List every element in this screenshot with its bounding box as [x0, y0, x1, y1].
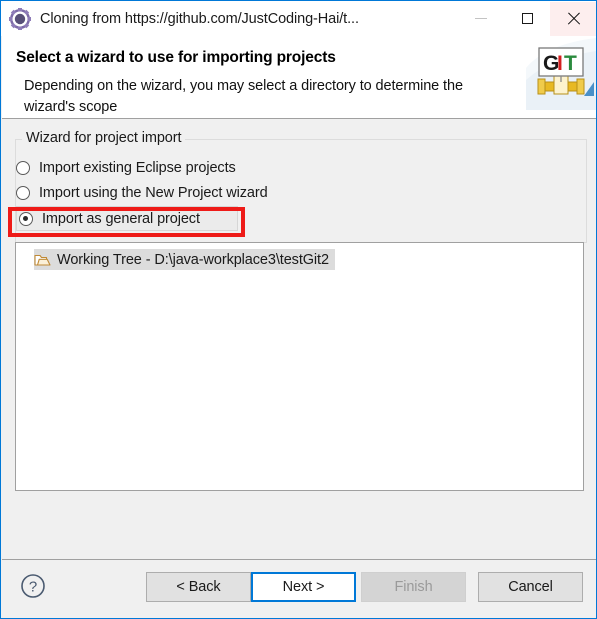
gear-icon — [9, 7, 31, 30]
svg-text:T: T — [564, 52, 577, 75]
groupbox-title: Wizard for project import — [22, 130, 186, 146]
project-tree-list[interactable]: Working Tree - D:\java-workplace3\testGi… — [15, 242, 584, 491]
svg-text:?: ? — [29, 579, 37, 596]
maximize-button[interactable] — [504, 2, 550, 36]
wizard-header: Select a wizard to use for importing pro… — [2, 36, 596, 119]
back-button[interactable]: < Back — [146, 572, 251, 602]
minimize-icon — [475, 18, 487, 19]
maximize-icon — [521, 13, 533, 24]
tree-item-label: Working Tree - D:\java-workplace3\testGi… — [57, 251, 329, 268]
radio-import-existing-eclipse-projects[interactable]: Import existing Eclipse projects — [16, 156, 236, 180]
wizard-body: Wizard for project import Import existin… — [2, 120, 596, 559]
radio-indicator — [16, 161, 30, 175]
dialog-footer: ? < Back Next > Finish Cancel — [2, 559, 596, 618]
title-bar: Cloning from https://github.com/JustCodi… — [1, 1, 596, 36]
page-description: Depending on the wizard, you may select … — [24, 78, 463, 115]
radio-label: Import existing Eclipse projects — [39, 160, 236, 176]
next-button[interactable]: Next > — [251, 572, 356, 602]
radio-import-as-general-project[interactable]: Import as general project — [16, 206, 238, 231]
svg-text:I: I — [557, 52, 563, 75]
finish-button: Finish — [361, 572, 466, 602]
radio-import-using-new-project-wizard[interactable]: Import using the New Project wizard — [16, 181, 268, 205]
tree-item-working-tree[interactable]: Working Tree - D:\java-workplace3\testGi… — [34, 249, 335, 270]
cancel-button[interactable]: Cancel — [478, 572, 583, 602]
question-mark-icon[interactable]: ? — [20, 573, 46, 599]
wizard-dialog-window: Cloning from https://github.com/JustCodi… — [0, 0, 597, 619]
minimize-button[interactable] — [458, 2, 504, 36]
radio-label: Import as general project — [42, 210, 200, 227]
close-button[interactable] — [550, 1, 596, 36]
page-title: Select a wizard to use for importing pro… — [16, 49, 336, 66]
radio-indicator — [19, 211, 33, 226]
open-folder-icon — [34, 254, 51, 266]
radio-indicator — [16, 186, 30, 200]
window-title: Cloning from https://github.com/JustCodi… — [40, 10, 359, 27]
radio-label: Import using the New Project wizard — [39, 185, 268, 201]
close-icon — [567, 12, 580, 25]
git-logo: G I T — [526, 38, 596, 110]
